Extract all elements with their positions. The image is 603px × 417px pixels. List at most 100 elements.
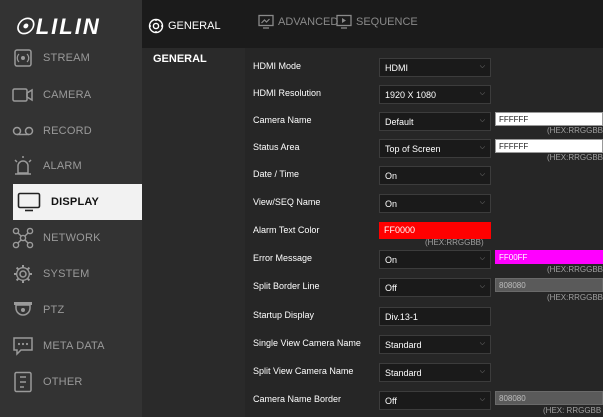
row-error-message: Error Message On ⌵ FF00FF (HEX:RRGGBB <box>245 246 603 274</box>
camera-name-hex-input[interactable]: FFFFFF <box>495 112 603 126</box>
row-alarm-text-color: Alarm Text Color FF0000 (HEX:RRGGBB) <box>245 218 603 247</box>
sidebar: ☉LILIN STREAM CAMERA RECORD ALARM DISPLA… <box>0 0 142 417</box>
single-view-camera-name-select[interactable]: Standard ⌵ <box>379 335 491 354</box>
view-seq-name-value: On <box>385 199 398 209</box>
error-message-hex-input[interactable]: FF00FF <box>495 250 603 264</box>
camera-name-hex-hint: (HEX:RRGGBB <box>547 126 603 135</box>
date-time-value: On <box>385 171 398 181</box>
split-border-line-label: Split Border Line <box>253 281 320 291</box>
sidebar-item-label: STREAM <box>43 52 91 64</box>
hdmi-resolution-label: HDMI Resolution <box>253 88 322 98</box>
top-tab-bar: ADVANCED SEQUENCE <box>245 0 603 48</box>
status-area-value: Top of Screen <box>385 144 441 154</box>
chevron-down-icon: ⌵ <box>479 396 485 403</box>
chevron-down-icon: ⌵ <box>479 283 485 290</box>
camera-name-border-hex-input[interactable]: 808080 <box>495 391 603 405</box>
sidebar-item-stream[interactable]: STREAM <box>0 40 142 76</box>
row-split-border-line: Split Border Line Off ⌵ 808080 (HEX:RRGGB… <box>245 274 603 302</box>
other-icon <box>11 370 35 394</box>
chevron-down-icon: ⌵ <box>479 117 485 124</box>
split-border-line-value: Off <box>385 283 397 293</box>
camera-name-border-value: Off <box>385 396 397 406</box>
sidebar-item-system[interactable]: SYSTEM <box>0 256 142 292</box>
row-camera-name: Camera Name Default ⌵ FFFFFF (HEX:RRGGBB <box>245 108 603 135</box>
sidebar-item-other[interactable]: OTHER <box>0 364 142 400</box>
metadata-icon <box>11 334 35 358</box>
gear-icon <box>11 262 35 286</box>
display-icon <box>17 190 41 214</box>
status-area-hex-hint: (HEX:RRGGBB <box>547 153 603 162</box>
status-area-select[interactable]: Top of Screen ⌵ <box>379 139 491 158</box>
tab-general[interactable]: GENERAL <box>148 18 221 34</box>
error-message-hex-hint: (HEX:RRGGBB <box>547 265 603 274</box>
error-message-label: Error Message <box>253 253 313 263</box>
view-seq-name-label: View/SEQ Name <box>253 197 321 207</box>
camera-name-select[interactable]: Default ⌵ <box>379 112 491 131</box>
camera-name-border-hex-hint: (HEX: RRGGBB <box>543 406 602 415</box>
camera-icon <box>11 83 35 107</box>
error-message-select[interactable]: On ⌵ <box>379 250 491 269</box>
alarm-icon <box>11 154 35 178</box>
tab-sequence[interactable]: SEQUENCE <box>336 14 418 30</box>
row-startup-display: Startup Display Div.13-1 <box>245 303 603 329</box>
sidebar-item-meta-data[interactable]: META DATA <box>0 328 142 364</box>
general-settings-icon <box>148 18 164 34</box>
hdmi-mode-value: HDMI <box>385 63 408 73</box>
sidebar-item-label: CAMERA <box>43 89 92 101</box>
sidebar-item-ptz[interactable]: PTZ <box>0 292 142 328</box>
lilin-logo: ☉LILIN <box>14 14 101 40</box>
sidebar-item-alarm[interactable]: ALARM <box>0 148 142 184</box>
row-view-seq-name: View/SEQ Name On ⌵ <box>245 190 603 216</box>
chevron-down-icon: ⌵ <box>479 171 485 178</box>
row-single-view-camera-name: Single View Camera Name Standard ⌵ <box>245 331 603 357</box>
sidebar-item-label: DISPLAY <box>51 196 100 208</box>
hdmi-mode-select[interactable]: HDMI ⌵ <box>379 58 491 77</box>
chevron-down-icon: ⌵ <box>479 255 485 262</box>
sidebar-item-label: ALARM <box>43 160 82 172</box>
row-date-time: Date / Time On ⌵ <box>245 162 603 188</box>
hdmi-resolution-value: 1920 X 1080 <box>385 90 437 100</box>
chevron-down-icon: ⌵ <box>479 199 485 206</box>
tab-advanced[interactable]: ADVANCED <box>258 14 338 30</box>
single-view-camera-name-value: Standard <box>385 340 422 350</box>
split-view-camera-name-select[interactable]: Standard ⌵ <box>379 363 491 382</box>
alarm-text-color-input[interactable]: FF0000 <box>379 222 491 239</box>
sidebar-item-record[interactable]: RECORD <box>0 113 142 149</box>
stream-icon <box>11 46 35 70</box>
tab-sequence-label: SEQUENCE <box>356 16 418 28</box>
chevron-down-icon: ⌵ <box>479 144 485 151</box>
chevron-down-icon: ⌵ <box>479 368 485 375</box>
tab-general-label: GENERAL <box>168 20 221 32</box>
split-border-line-hex-input[interactable]: 808080 <box>495 278 603 292</box>
startup-display-label: Startup Display <box>253 310 315 320</box>
status-area-hex-input[interactable]: FFFFFF <box>495 139 603 153</box>
sequence-icon <box>336 14 352 29</box>
split-view-camera-name-label: Split View Camera Name <box>253 366 354 376</box>
split-border-line-hex-hint: (HEX:RRGGBB <box>547 293 603 302</box>
camera-name-value: Default <box>385 117 414 127</box>
camera-name-border-select[interactable]: Off ⌵ <box>379 391 491 410</box>
error-message-value: On <box>385 255 398 265</box>
submenu-item-general[interactable]: GENERAL <box>153 53 207 65</box>
sidebar-item-network[interactable]: NETWORK <box>0 220 142 256</box>
split-view-camera-name-value: Standard <box>385 368 422 378</box>
camera-name-label: Camera Name <box>253 115 312 125</box>
alarm-text-color-label: Alarm Text Color <box>253 225 320 235</box>
sidebar-item-camera[interactable]: CAMERA <box>0 77 142 113</box>
row-hdmi-resolution: HDMI Resolution 1920 X 1080 ⌵ <box>245 81 603 107</box>
row-split-view-camera-name: Split View Camera Name Standard ⌵ <box>245 359 603 385</box>
submenu-panel: GENERAL GENERAL <box>142 0 245 417</box>
sidebar-item-label: META DATA <box>43 340 105 352</box>
record-icon <box>11 119 35 143</box>
date-time-select[interactable]: On ⌵ <box>379 166 491 185</box>
view-seq-name-select[interactable]: On ⌵ <box>379 194 491 213</box>
startup-display-input[interactable]: Div.13-1 <box>379 307 491 326</box>
hdmi-resolution-select[interactable]: 1920 X 1080 ⌵ <box>379 85 491 104</box>
sidebar-item-display[interactable]: DISPLAY <box>13 184 142 220</box>
split-border-line-select[interactable]: Off ⌵ <box>379 278 491 297</box>
ptz-icon <box>11 298 35 322</box>
sidebar-item-label: SYSTEM <box>43 268 90 280</box>
status-area-label: Status Area <box>253 142 300 152</box>
tab-advanced-label: ADVANCED <box>278 16 339 28</box>
logo-text: LILIN <box>35 14 101 39</box>
